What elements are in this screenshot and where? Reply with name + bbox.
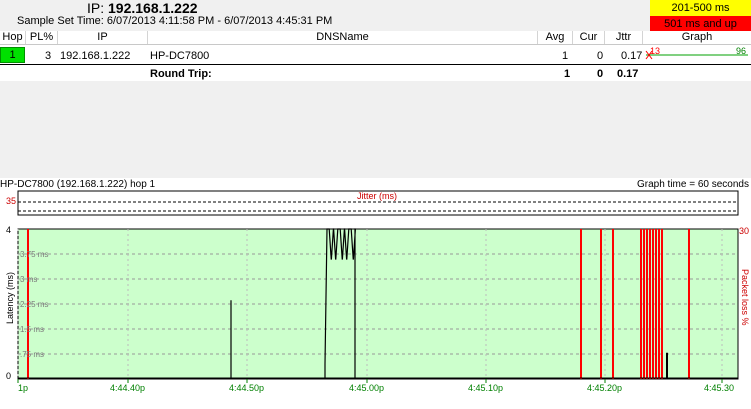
round-trip-jttr: 0.17 xyxy=(617,68,639,80)
col-hop[interactable]: Hop xyxy=(0,31,26,44)
packet-loss-bar xyxy=(649,229,651,379)
sample-set-time: Sample Set Time: 6/07/2013 4:11:58 PM - … xyxy=(17,15,333,27)
y-tick-label: 2.25 ms xyxy=(20,300,48,309)
row-divider xyxy=(0,64,751,65)
packet-loss-bar xyxy=(600,229,602,379)
y-tick-label: .75 ms xyxy=(20,350,44,359)
x-tick-label: 4:45.00p xyxy=(349,383,384,393)
round-trip-avg: 1 xyxy=(564,68,571,80)
packet-loss-max: 30 xyxy=(739,226,749,236)
packet-loss-bar xyxy=(652,229,654,379)
x-tick-label: 4:44.50p xyxy=(229,383,264,393)
row-dnsname: HP-DC7800 xyxy=(150,50,210,62)
mini-graph[interactable]: 13 96 xyxy=(644,45,751,65)
y-tick-label: 3 ms xyxy=(20,275,37,284)
packet-loss-bar xyxy=(655,229,657,379)
mini-graph-right-value: 96 xyxy=(736,46,746,56)
packet-loss-bar xyxy=(661,229,663,379)
ip-label: IP: xyxy=(87,0,105,16)
packet-loss-axis-label: Packet loss % xyxy=(740,269,750,326)
x-tick-label: 4:44.40p xyxy=(110,383,145,393)
jitter-label: Jitter (ms) xyxy=(357,191,397,201)
round-trip-label: Round Trip: xyxy=(150,68,212,80)
row-cur: 0 xyxy=(597,50,604,62)
packet-loss-bar xyxy=(646,229,648,379)
y-tick-label: 4 xyxy=(6,225,11,235)
x-tick-label: 4:45.10p xyxy=(468,383,503,393)
hop-table: Hop PL% IP DNSName Avg Cur Jttr Graph 1 … xyxy=(0,31,751,81)
mini-graph-left-value: 13 xyxy=(650,46,660,56)
packet-loss-bar xyxy=(658,229,660,379)
col-jttr[interactable]: Jttr xyxy=(605,31,643,44)
jitter-axis-value: 35 xyxy=(6,196,16,206)
row-ip: 192.168.1.222 xyxy=(60,50,131,62)
legend-501-up: 501 ms and up xyxy=(650,16,751,32)
col-ip[interactable]: IP xyxy=(58,31,148,44)
latency-chart[interactable]: Jitter (ms) 35 4 3.75 ms 3 ms 2.25 ms 1.5 ms… xyxy=(0,189,751,409)
col-graph[interactable]: Graph xyxy=(643,31,751,44)
col-cur[interactable]: Cur xyxy=(573,31,605,44)
graph-panel: HP-DC7800 (192.168.1.222) hop 1 Graph ti… xyxy=(0,178,751,409)
x-tick-label: 1p xyxy=(18,383,28,393)
y-tick-label: 3.75 ms xyxy=(20,250,48,259)
col-dnsname[interactable]: DNSName xyxy=(148,31,538,44)
packet-loss-bar xyxy=(640,229,642,379)
y-tick-label: 0 xyxy=(6,371,11,381)
row-pl: 3 xyxy=(45,50,52,62)
y-tick-label: 1.5 ms xyxy=(20,325,44,334)
round-trip-cur: 0 xyxy=(597,68,604,80)
packet-loss-bar xyxy=(612,229,614,379)
packet-loss-bar xyxy=(643,229,645,379)
table-header: Hop PL% IP DNSName Avg Cur Jttr Graph xyxy=(0,31,751,45)
x-tick-labels: 1p 4:44.40p 4:44.50p 4:45.00p 4:45.10p 4:45.2… xyxy=(18,383,734,393)
hop-number-cell[interactable]: 1 xyxy=(0,47,25,63)
row-avg: 1 xyxy=(562,50,569,62)
ip-value: 192.168.1.222 xyxy=(108,0,198,16)
row-jttr: 0.17 xyxy=(621,50,643,62)
x-tick-label: 4:45.20p xyxy=(587,383,622,393)
packet-loss-bar xyxy=(580,229,582,379)
legend-201-500: 201-500 ms xyxy=(650,0,751,16)
latency-axis-label: Latency (ms) xyxy=(5,272,15,324)
col-pl[interactable]: PL% xyxy=(26,31,58,44)
x-tick-label: 4:45.30 xyxy=(704,383,734,393)
col-avg[interactable]: Avg xyxy=(538,31,573,44)
packet-loss-bar xyxy=(688,229,690,379)
